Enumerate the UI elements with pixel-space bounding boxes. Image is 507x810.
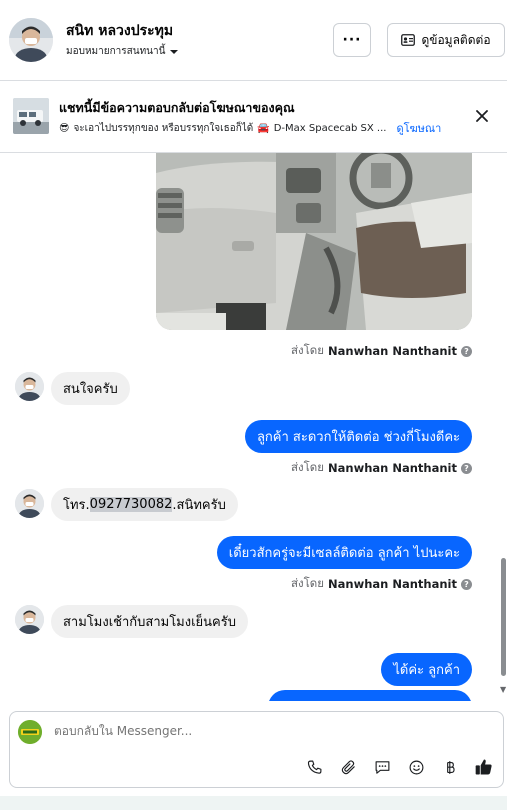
reply-composer — [9, 711, 504, 788]
close-icon[interactable] — [476, 110, 488, 122]
info-icon[interactable]: ? — [461, 345, 472, 357]
phone-number[interactable]: 0927730082 — [89, 497, 173, 512]
message-outgoing[interactable]: ได้ค่ะ ลูกค้า — [381, 653, 472, 686]
like-icon[interactable] — [474, 757, 494, 777]
message-incoming[interactable]: โทร. 0927730082 .สนิทครับ — [51, 488, 238, 521]
info-icon[interactable]: ? — [461, 462, 472, 474]
message-text-prefix: โทร. — [63, 498, 90, 513]
scrollbar-thumb[interactable] — [501, 558, 506, 676]
agent-name: Nanwhan Nanthanit — [328, 461, 457, 475]
contact-avatar-small[interactable] — [15, 372, 44, 401]
message-incoming[interactable]: สนใจครับ — [51, 372, 130, 405]
message-outgoing[interactable]: ลูกค้า สะดวกให้ติดต่อ ช่วงกี่โมงดีคะ — [244, 420, 472, 453]
composer-toolbar — [304, 757, 494, 777]
assign-label: มอบหมายการสนทนานี้ — [66, 46, 166, 57]
reply-input[interactable] — [54, 724, 454, 738]
more-options-button[interactable]: ··· — [333, 23, 371, 57]
contact-name[interactable]: สนิท หลวงประทุม — [66, 20, 173, 42]
emoji-icon[interactable] — [406, 757, 426, 777]
agent-name: Nanwhan Nanthanit — [328, 577, 457, 591]
saved-replies-icon[interactable] — [372, 757, 392, 777]
page-avatar — [18, 720, 42, 744]
sent-by-label: ส่งโดย Nanwhan Nanthanit ? — [291, 575, 472, 593]
contact-card-icon — [401, 34, 416, 46]
sent-by-prefix: ส่งโดย — [290, 576, 325, 590]
agent-name: Nanwhan Nanthanit — [328, 344, 457, 358]
message-outgoing[interactable]: เดี๋ยวสักครู่จะมีเซลล์ติดต่อ ลูกค้า ไปนะ… — [216, 536, 472, 569]
ad-thumbnail[interactable] — [13, 98, 49, 134]
chevron-down-icon — [170, 49, 179, 54]
ad-banner-title: แชทนี้มีข้อความตอบกลับต่อโฆษณาของคุณ — [59, 100, 295, 115]
message-incoming[interactable]: สามโมงเช้ากับสามโมงเย็นครับ — [51, 605, 248, 638]
footer-strip — [0, 796, 507, 810]
message-outgoing-partial[interactable] — [268, 690, 472, 701]
contact-avatar[interactable] — [9, 18, 53, 62]
car-emoji-icon: 🚘 — [257, 122, 270, 134]
sent-by-label: ส่งโดย Nanwhan Nanthanit ? — [291, 459, 472, 477]
sent-by-label: ส่งโดย Nanwhan Nanthanit ? — [291, 342, 472, 360]
shared-photo[interactable] — [156, 153, 472, 330]
sent-by-prefix: ส่งโดย — [290, 460, 325, 474]
message-thread[interactable]: ส่งโดย Nanwhan Nanthanit ? สนใจครับ ลูกค… — [0, 153, 507, 701]
view-contact-info-button[interactable]: ดูข้อมูลติดต่อ — [387, 23, 505, 57]
contact-info-label: ดูข้อมูลติดต่อ — [421, 32, 491, 47]
ad-reply-banner: แชทนี้มีข้อความตอบกลับต่อโฆษณาของคุณ 😎 จ… — [0, 81, 507, 153]
attachment-icon[interactable] — [338, 757, 358, 777]
scroll-down-arrow-icon[interactable]: ▼ — [500, 685, 506, 694]
ad-model: D-Max Spacecab SX ... — [273, 122, 387, 134]
assign-conversation-dropdown[interactable]: มอบหมายการสนทนานี้ — [66, 44, 179, 59]
baht-icon[interactable] — [440, 757, 460, 777]
sent-by-prefix: ส่งโดย — [290, 343, 325, 357]
message-text-suffix: .สนิทครับ — [172, 498, 226, 513]
conversation-header: สนิท หลวงประทุม มอบหมายการสนทนานี้ ··· ด… — [0, 0, 507, 81]
contact-avatar-small[interactable] — [15, 489, 44, 518]
view-ad-link[interactable]: ดูโฆษณา — [396, 119, 441, 137]
phone-icon[interactable] — [304, 757, 324, 777]
more-label: ··· — [342, 32, 362, 48]
sunglasses-emoji-icon: 😎 — [59, 122, 70, 134]
ad-banner-subtitle: 😎 จะเอาไปบรรทุกของ หรือบรรทุกใจเธอก็ได้ … — [59, 119, 441, 137]
ad-headline: จะเอาไปบรรทุกของ หรือบรรทุกใจเธอก็ได้ — [73, 122, 254, 134]
contact-avatar-small[interactable] — [15, 605, 44, 634]
info-icon[interactable]: ? — [461, 578, 472, 590]
